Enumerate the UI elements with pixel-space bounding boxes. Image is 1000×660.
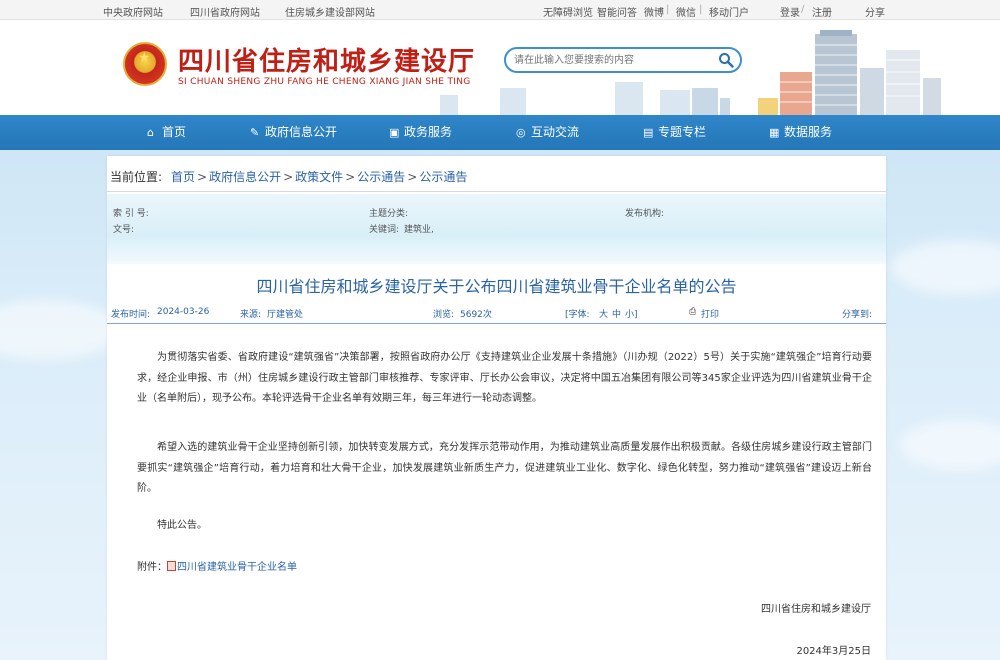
breadcrumb-policy-docs[interactable]: 政策文件 [295,170,343,184]
nav-topics-label: 专题专栏 [658,125,707,139]
link-weibo[interactable]: 微博 [644,4,664,19]
document-number-label: 文号: [113,225,135,235]
chat-icon: ◎ [516,126,526,139]
breadcrumb: 首页 > 政府信息公开 > 政策文件 > 公示通告 > 公示通告 [171,168,467,185]
separator: | [699,4,703,15]
nav-interaction[interactable]: ◎ 互动交流 [516,115,579,150]
nav-data-services[interactable]: ▦ 数据服务 [769,115,832,150]
share-to-label[interactable]: 分享到: [842,307,872,320]
breadcrumb-separator: > [197,170,208,184]
keywords-value: 建筑业, [404,225,434,235]
breadcrumb-separator: > [407,170,418,184]
breadcrumb-bar: 当前位置: 首页 > 政府信息公开 > 政策文件 > 公示通告 > 公示通告 [107,156,886,192]
document-file-icon [167,561,176,571]
document-metadata: 索 引 号: 主题分类: 发布机构: 文号: 关键词: 建筑业, [107,194,886,264]
publish-time: 2024-03-26 [157,307,210,317]
top-utility-bar: 中央政府网站 四川省政府网站 住房城乡建设部网站 无障碍浏览 智能问答 微博 |… [0,0,1000,20]
font-large-button[interactable]: 大 [599,307,608,320]
edit-icon: ✎ [250,126,260,139]
nav-gov-info-disclosure[interactable]: ✎ 政府信息公开 [250,115,337,150]
breadcrumb-home[interactable]: 首页 [171,170,195,184]
print-button[interactable]: 打印 [701,307,719,320]
link-wechat[interactable]: 微信 [676,4,696,19]
search-bar[interactable] [504,47,742,73]
background-cloud [900,420,1000,470]
national-emblem-logo [123,42,167,86]
breadcrumb-separator: > [345,170,356,184]
attachment-row: 附件： 四川省建筑业骨干企业名单 [137,558,297,573]
share-link[interactable]: 分享 [865,4,885,19]
home-icon: ⌂ [147,126,154,139]
views-count: 5692次 [460,310,492,320]
separator: / [801,4,805,15]
column-icon: ▤ [643,126,654,139]
signature-org: 四川省住房和城乡建设厅 [761,604,871,615]
article-paragraph: 为贯彻落实省委、省政府建设“建筑强省”决策部署，按照省政府办公厅《支持建筑业企业… [137,352,872,404]
signature-date: 2024年3月25日 [796,646,871,657]
register-link[interactable]: 注册 [812,4,832,19]
article-paragraph: 希望入选的建筑业骨干企业坚持创新引领，加快转变发展方式，充分发挥示范带动作用，为… [137,442,872,494]
login-link[interactable]: 登录 [780,4,800,19]
link-accessibility[interactable]: 无障碍浏览 [543,4,593,19]
article-paragraph: 特此公告。 [157,520,207,531]
views-label: 浏览: [433,310,455,320]
separator: | [666,4,670,15]
breadcrumb-label: 当前位置: [110,170,163,184]
nav-gov-services[interactable]: ▣ 政务服务 [389,115,452,150]
breadcrumb-separator: > [283,170,294,184]
font-small-button[interactable]: 小] [625,307,638,320]
attachment-link[interactable]: 四川省建筑业骨干企业名单 [177,562,297,573]
link-sichuan-gov[interactable]: 四川省政府网站 [190,4,260,19]
article-panel: 当前位置: 首页 > 政府信息公开 > 政策文件 > 公示通告 > 公示通告 索 引 号: 主题… [107,156,886,660]
font-medium-button[interactable]: 中 [612,307,621,320]
nav-data-label: 数据服务 [784,125,833,139]
nav-home[interactable]: ⌂ 首页 [147,115,186,150]
link-smart-qa[interactable]: 智能问答 [597,4,637,19]
main-navigation: ⌂ 首页 ✎ 政府信息公开 ▣ 政务服务 ◎ 互动交流 ▤ 专题专栏 ▦ 数据服务 [0,115,1000,150]
link-mohurd[interactable]: 住房城乡建设部网站 [285,4,375,19]
breadcrumb-notices-current[interactable]: 公示通告 [419,170,467,184]
background-cloud [890,240,1000,295]
search-input[interactable] [514,52,714,68]
nav-gov-info-label: 政府信息公开 [265,125,338,139]
keywords-label: 关键词: [369,225,400,235]
nav-home-label: 首页 [162,125,187,139]
source-label: 来源: [240,310,262,320]
attachment-label: 附件： [137,562,167,573]
publisher-label: 发布机构: [625,209,665,219]
article-info-bar: 发布时间: 2024-03-26 来源: 厅建管处 浏览: 5692次 [字体:… [107,304,886,324]
article-title: 四川省住房和城乡建设厅关于公布四川省建筑业骨干企业名单的公告 [256,277,737,296]
link-mobile-portal[interactable]: 移动门户 [709,4,749,19]
index-number-label: 索 引 号: [113,209,149,219]
nav-services-label: 政务服务 [404,125,453,139]
background-cloud [0,300,120,360]
category-label: 主题分类: [369,209,409,219]
source-value: 厅建管处 [267,310,304,320]
publish-time-label: 发布时间: [111,310,151,320]
breadcrumb-notices[interactable]: 公示通告 [357,170,405,184]
nav-interaction-label: 互动交流 [531,125,580,139]
service-icon: ▣ [389,126,400,139]
site-header: 四川省住房和城乡建设厅 SI CHUAN SHENG ZHU FANG HE C… [0,20,1000,115]
print-icon[interactable]: ⎙ [689,307,696,317]
link-central-gov[interactable]: 中央政府网站 [103,4,163,19]
breadcrumb-gov-info[interactable]: 政府信息公开 [209,170,281,184]
data-icon: ▦ [769,126,780,139]
search-icon[interactable] [718,52,734,68]
nav-special-topics[interactable]: ▤ 专题专栏 [643,115,706,150]
font-size-label: [字体: [565,310,590,320]
